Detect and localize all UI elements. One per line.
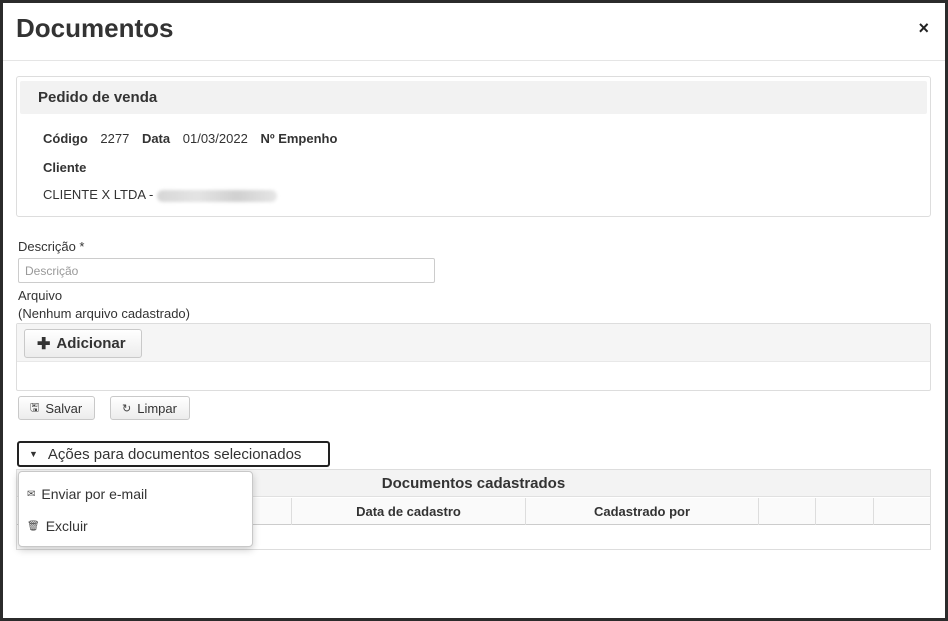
order-panel-title: Pedido de venda: [38, 89, 158, 106]
column-header-data-cadastro[interactable]: Data de cadastro: [292, 498, 526, 525]
envelope-icon: ✉: [27, 488, 36, 500]
column-header-cadastrado-por[interactable]: Cadastrado por: [526, 498, 759, 525]
order-panel: Pedido de venda Código 2277 Data 01/03/2…: [16, 76, 931, 217]
menu-item-enviar-email[interactable]: ✉ Enviar por e-mail: [27, 486, 147, 502]
acoes-label: Ações para documentos selecionados: [47, 445, 302, 463]
order-info-row: Código 2277 Data 01/03/2022 Nº Empenho: [43, 131, 346, 146]
floppy-disk-icon: 🖫: [30, 401, 40, 414]
column-header-action-1: [759, 498, 816, 525]
acoes-dropdown-menu: ✉ Enviar por e-mail 🗑 Excluir: [18, 471, 253, 547]
order-panel-heading: Pedido de venda: [20, 81, 927, 114]
upload-area: ✚ Adicionar: [16, 323, 931, 391]
upload-toolbar: ✚ Adicionar: [17, 324, 930, 362]
column-header-action-2: [816, 498, 874, 525]
plus-icon: ✚: [37, 335, 51, 353]
cliente-value-row: CLIENTE X LTDA -: [43, 187, 277, 202]
menu-item-label: Enviar por e-mail: [41, 486, 148, 502]
descricao-input[interactable]: [18, 258, 435, 283]
empenho-label: Nº Empenho: [260, 131, 338, 146]
redacted-document-number: [156, 189, 277, 202]
menu-item-excluir[interactable]: 🗑 Excluir: [27, 518, 88, 534]
trash-icon: 🗑: [27, 520, 40, 532]
limpar-label: Limpar: [137, 400, 177, 416]
codigo-value: 2277: [100, 131, 130, 146]
caret-down-icon: ▼: [29, 449, 38, 459]
limpar-button[interactable]: ↻ Limpar: [110, 396, 190, 420]
cliente-value: CLIENTE X LTDA -: [43, 187, 154, 202]
adicionar-label: Adicionar: [56, 335, 126, 352]
acoes-dropdown-button[interactable]: ▼ Ações para documentos selecionados: [17, 441, 330, 467]
arquivo-label: Arquivo: [18, 288, 63, 303]
descricao-label: Descrição *: [18, 239, 85, 254]
arquivo-status: (Nenhum arquivo cadastrado): [18, 306, 190, 321]
dialog-header: Documentos ×: [3, 3, 945, 61]
menu-item-label: Excluir: [45, 518, 88, 534]
data-value: 01/03/2022: [182, 131, 248, 146]
column-header-action-3: [874, 498, 930, 525]
adicionar-button[interactable]: ✚ Adicionar: [24, 329, 142, 358]
cliente-label: Cliente: [43, 160, 87, 175]
codigo-label: Código: [43, 131, 88, 146]
refresh-icon: ↻: [122, 402, 132, 415]
close-icon[interactable]: ×: [918, 19, 929, 37]
cliente-label-row: Cliente: [43, 160, 86, 175]
data-label: Data: [141, 131, 171, 146]
dialog-title: Documentos: [16, 13, 174, 43]
salvar-label: Salvar: [45, 400, 83, 416]
dialog-frame: Documentos × Pedido de venda Código 2277…: [0, 0, 948, 621]
salvar-button[interactable]: 🖫 Salvar: [18, 396, 96, 420]
